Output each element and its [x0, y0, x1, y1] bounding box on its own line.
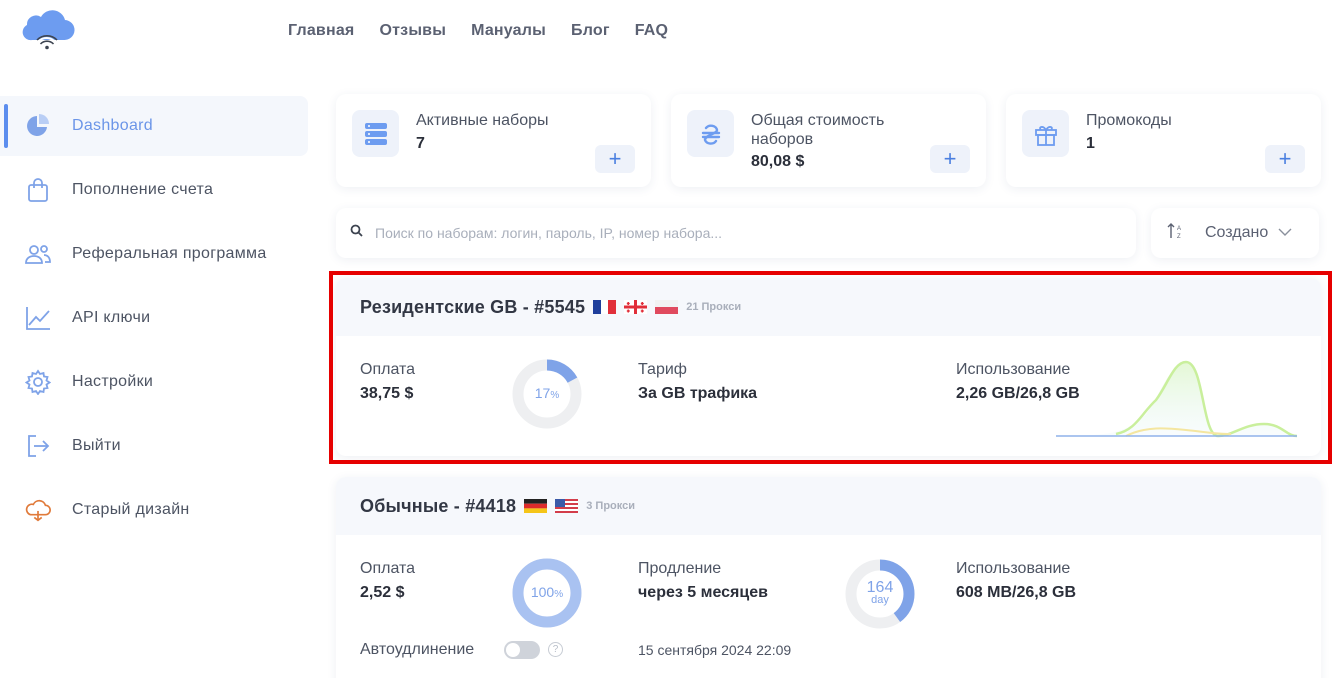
stat-value: 80,08 $ — [751, 153, 805, 170]
stat-value: 1 — [1086, 135, 1095, 152]
ring-percent-value: 100 — [530, 584, 555, 600]
payment-value: 2,52 $ — [360, 584, 405, 601]
sidebar-item-label: Dashboard — [72, 117, 153, 134]
selection-highlight-frame — [329, 271, 1332, 464]
usage-label: Использование — [956, 560, 1071, 577]
sort-dropdown[interactable]: A Z Создано — [1151, 208, 1319, 258]
sidebar-item-topup[interactable]: Пополнение счета — [0, 160, 308, 220]
flag-germany-icon — [524, 499, 548, 513]
sidebar-item-settings[interactable]: Настройки — [0, 352, 308, 412]
proxy-set-title: Обычные - #4418 — [360, 495, 517, 516]
nav-reviews[interactable]: Отзывы — [379, 22, 446, 40]
trend-line-icon — [24, 304, 52, 332]
help-icon[interactable]: ? — [548, 642, 563, 657]
add-set-button[interactable]: + — [595, 145, 635, 173]
days-left-ring: 164 day — [843, 557, 917, 631]
flag-usa-icon — [555, 499, 579, 513]
renew-date: 15 сентября 2024 22:09 — [638, 642, 792, 658]
stat-title: Общая стоимость наборов — [751, 112, 885, 148]
ring-unit: % — [554, 589, 564, 600]
autorenew-toggle[interactable] — [504, 641, 540, 659]
sidebar-item-label: Выйти — [72, 437, 121, 454]
sidebar-item-logout[interactable]: Выйти — [0, 416, 308, 476]
nav-faq[interactable]: FAQ — [635, 22, 669, 40]
nav-blog[interactable]: Блог — [571, 22, 610, 40]
shopping-bag-icon — [24, 176, 52, 204]
cloud-icon — [24, 496, 52, 524]
add-promocode-button[interactable]: + — [1265, 145, 1305, 173]
stat-card-promocodes: Промокоды 1 + — [1006, 94, 1321, 187]
stat-card-active-sets: Активные наборы 7 + — [336, 94, 651, 187]
sidebar-item-old-design[interactable]: Старый дизайн — [0, 480, 308, 540]
days-unit: day — [871, 594, 889, 606]
proxy-count: 3 Прокси — [586, 500, 636, 512]
server-icon — [352, 110, 399, 157]
search-bar — [336, 208, 1136, 258]
top-nav: Главная Отзывы Мануалы Блог FAQ — [288, 22, 668, 40]
hryvnia-icon — [687, 110, 734, 157]
add-funds-button[interactable]: + — [930, 145, 970, 173]
sidebar-item-label: API ключи — [72, 309, 151, 326]
sidebar-item-dashboard[interactable]: Dashboard — [0, 96, 308, 156]
search-icon — [350, 224, 363, 242]
usage-value: 608 MB/26,8 GB — [956, 584, 1077, 601]
gear-icon — [24, 368, 52, 396]
renew-label: Продление — [638, 560, 722, 577]
sidebar-item-label: Пополнение счета — [72, 181, 214, 198]
sidebar-item-label: Реферальная программа — [72, 245, 267, 262]
payment-progress-ring: 100% — [510, 556, 584, 630]
svg-text:Z: Z — [1177, 234, 1181, 240]
sort-az-icon: A Z — [1167, 222, 1185, 245]
days-left-value: 164 — [866, 579, 894, 596]
sidebar-item-label: Старый дизайн — [72, 501, 190, 518]
sort-label: Создано — [1205, 224, 1269, 241]
usage-sparkline — [1056, 660, 1297, 662]
chevron-down-icon — [1278, 224, 1292, 242]
pie-chart-icon — [24, 112, 52, 140]
proxy-set-card[interactable]: Обычные - #4418 3 Прокси Оплата 2,52 $ 1… — [336, 477, 1321, 678]
svg-text:A: A — [1177, 226, 1181, 232]
stat-title: Промокоды — [1086, 112, 1172, 129]
nav-home[interactable]: Главная — [288, 22, 354, 40]
sidebar-item-api-keys[interactable]: API ключи — [0, 288, 308, 348]
sidebar-item-referral[interactable]: Реферальная программа — [0, 224, 308, 284]
renew-value: через 5 месяцев — [638, 584, 768, 601]
stat-value: 7 — [416, 135, 425, 152]
sidebar-item-label: Настройки — [72, 373, 154, 390]
logout-icon — [24, 432, 52, 460]
proxy-set-header: Обычные - #4418 3 Прокси — [336, 477, 1321, 535]
payment-label: Оплата — [360, 560, 416, 577]
search-input[interactable] — [375, 225, 1115, 241]
logo-cloud-wifi[interactable] — [18, 10, 76, 50]
gift-icon — [1022, 110, 1069, 157]
stat-title: Активные наборы — [416, 112, 549, 129]
stat-card-total-cost: Общая стоимость наборов 80,08 $ + — [671, 94, 986, 187]
users-icon — [24, 240, 52, 268]
autorenew-label: Автоудлинение — [360, 641, 475, 658]
nav-manuals[interactable]: Мануалы — [471, 22, 546, 40]
sidebar: Dashboard Пополнение счета Реферальная п… — [0, 96, 308, 544]
